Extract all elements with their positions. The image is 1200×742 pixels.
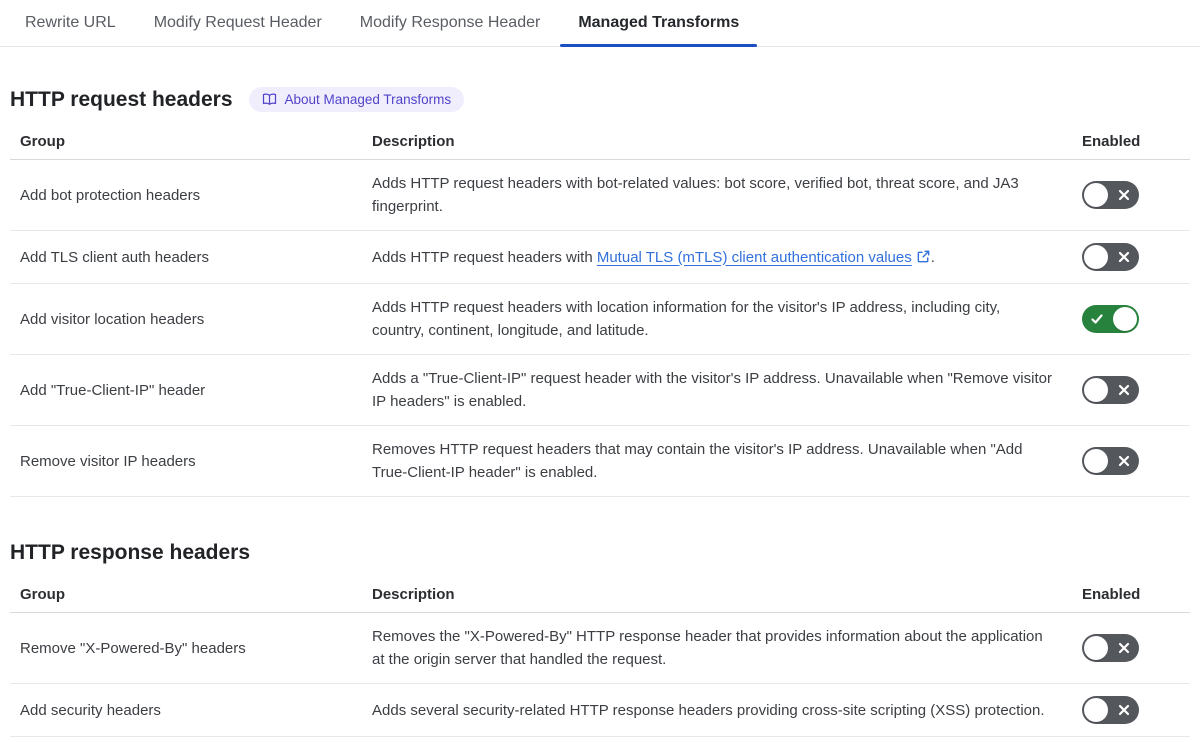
x-icon xyxy=(1118,642,1130,654)
x-icon xyxy=(1118,384,1130,396)
toggle-add-tls-client-auth-headers[interactable] xyxy=(1082,243,1139,271)
row-group: Add security headers xyxy=(10,683,372,737)
http-response-headers-section: HTTP response headers Group Description … xyxy=(10,541,1190,737)
toggle-add-security-headers[interactable] xyxy=(1082,696,1139,724)
x-icon xyxy=(1118,251,1130,263)
check-icon xyxy=(1091,314,1103,324)
toggle-knob xyxy=(1084,183,1108,207)
row-description: Adds HTTP request headers with location … xyxy=(372,283,1082,355)
table-row: Add "True-Client-IP" header Adds a "True… xyxy=(10,354,1190,426)
x-icon xyxy=(1118,189,1130,201)
tab-modify-response-header[interactable]: Modify Response Header xyxy=(342,0,559,46)
row-description: Adds HTTP request headers with Mutual TL… xyxy=(372,230,1082,284)
tab-bar: Rewrite URL Modify Request Header Modify… xyxy=(0,0,1200,47)
x-icon xyxy=(1118,704,1130,716)
toggle-knob xyxy=(1084,449,1108,473)
book-icon xyxy=(262,92,277,107)
about-managed-transforms-badge[interactable]: About Managed Transforms xyxy=(248,87,465,112)
toggle-knob xyxy=(1084,636,1108,660)
toggle-add-bot-protection-headers[interactable] xyxy=(1082,181,1139,209)
row-group: Add bot protection headers xyxy=(10,159,372,231)
row-description: Adds HTTP request headers with bot-relat… xyxy=(372,159,1082,231)
table-header-row: Group Description Enabled xyxy=(10,577,1190,613)
row-description: Adds a "True-Client-IP" request header w… xyxy=(372,354,1082,426)
row-description: Removes HTTP request headers that may co… xyxy=(372,425,1082,497)
table-row: Add visitor location headers Adds HTTP r… xyxy=(10,283,1190,355)
column-header-enabled: Enabled xyxy=(1082,124,1190,160)
toggle-add-visitor-location-headers[interactable] xyxy=(1082,305,1139,333)
badge-label: About Managed Transforms xyxy=(284,92,452,107)
table-row: Add security headers Adds several securi… xyxy=(10,683,1190,737)
column-header-group: Group xyxy=(10,577,372,613)
table-row: Add bot protection headers Adds HTTP req… xyxy=(10,159,1190,231)
mtls-docs-link[interactable]: Mutual TLS (mTLS) client authentication … xyxy=(597,249,931,266)
row-description: Removes the "X-Powered-By" HTTP response… xyxy=(372,612,1082,684)
column-header-description: Description xyxy=(372,577,1082,613)
row-group: Remove visitor IP headers xyxy=(10,425,372,497)
column-header-description: Description xyxy=(372,124,1082,160)
toggle-add-true-client-ip-header[interactable] xyxy=(1082,376,1139,404)
row-group: Remove "X-Powered-By" headers xyxy=(10,612,372,684)
section-title-request: HTTP request headers xyxy=(10,87,233,111)
row-group: Add TLS client auth headers xyxy=(10,230,372,284)
table-row: Add TLS client auth headers Adds HTTP re… xyxy=(10,230,1190,284)
toggle-knob xyxy=(1113,307,1137,331)
external-link-icon xyxy=(917,250,930,262)
column-header-group: Group xyxy=(10,124,372,160)
toggle-knob xyxy=(1084,245,1108,269)
toggle-knob xyxy=(1084,378,1108,402)
response-headers-table: Group Description Enabled Remove "X-Powe… xyxy=(10,577,1190,737)
section-title-response: HTTP response headers xyxy=(10,541,251,564)
table-row: Remove "X-Powered-By" headers Removes th… xyxy=(10,612,1190,684)
column-header-enabled: Enabled xyxy=(1082,577,1190,613)
tab-rewrite-url[interactable]: Rewrite URL xyxy=(7,0,134,46)
table-header-row: Group Description Enabled xyxy=(10,124,1190,160)
row-description: Adds several security-related HTTP respo… xyxy=(372,683,1082,737)
http-request-headers-section: HTTP request headers About Managed Trans… xyxy=(10,87,1190,497)
table-row: Remove visitor IP headers Removes HTTP r… xyxy=(10,425,1190,497)
toggle-remove-x-powered-by-headers[interactable] xyxy=(1082,634,1139,662)
tab-managed-transforms[interactable]: Managed Transforms xyxy=(560,0,758,47)
row-group: Add visitor location headers xyxy=(10,283,372,355)
toggle-remove-visitor-ip-headers[interactable] xyxy=(1082,447,1139,475)
tab-modify-request-header[interactable]: Modify Request Header xyxy=(136,0,340,46)
row-group: Add "True-Client-IP" header xyxy=(10,354,372,426)
toggle-knob xyxy=(1084,698,1108,722)
x-icon xyxy=(1118,455,1130,467)
request-headers-table: Group Description Enabled Add bot protec… xyxy=(10,124,1190,497)
